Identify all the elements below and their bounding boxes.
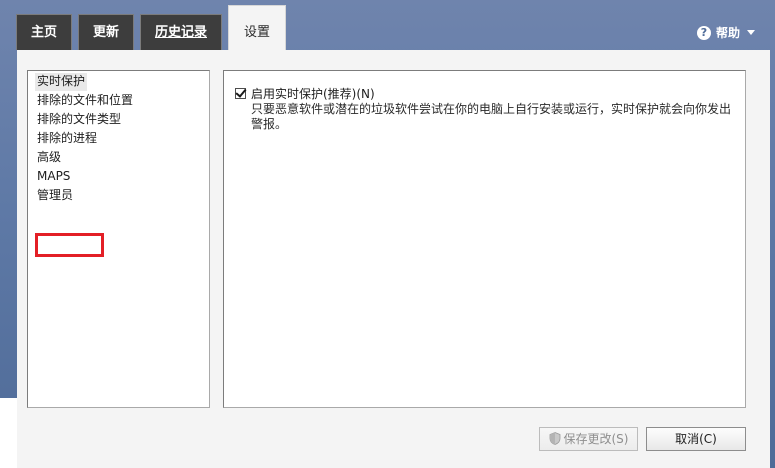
tab-update[interactable]: 更新	[78, 14, 134, 50]
help-label: 帮助	[715, 26, 740, 40]
realtime-protection-content: 启用实时保护(推荐)(N) 只要恶意软件或潜在的垃圾软件尝试在你的电脑上自行安装…	[223, 70, 746, 408]
nav-item-administrator[interactable]: 管理员	[35, 187, 75, 205]
tab-bar: 主页 更新 历史记录 设置 ? 帮助	[0, 0, 775, 50]
tab-history[interactable]: 历史记录	[140, 14, 222, 50]
save-changes-button[interactable]: 保存更改(S)	[539, 427, 638, 451]
realtime-protection-label[interactable]: 启用实时保护(推荐)(N)	[251, 87, 375, 101]
nav-item-maps[interactable]: MAPS	[35, 168, 72, 186]
cancel-button[interactable]: 取消(C)	[646, 427, 746, 451]
nav-item-realtime-protection[interactable]: 实时保护	[35, 73, 88, 91]
save-changes-label: 保存更改(S)	[563, 432, 629, 446]
realtime-protection-checkbox[interactable]	[235, 86, 247, 99]
tab-settings[interactable]: 设置	[228, 5, 286, 50]
nav-item-excluded-processes[interactable]: 排除的进程	[35, 130, 99, 148]
nav-item-advanced[interactable]: 高级	[35, 149, 63, 167]
realtime-protection-description: 只要恶意软件或潜在的垃圾软件尝试在你的电脑上自行安装或运行，实时保护就会向你发出…	[251, 102, 732, 131]
shield-icon	[549, 432, 560, 445]
settings-panel: 实时保护 排除的文件和位置 排除的文件类型 排除的进程 高级 MAPS 管理员 …	[17, 50, 770, 468]
window-edge	[0, 398, 17, 468]
checkmark-icon	[235, 86, 247, 98]
nav-item-excluded-files-locations[interactable]: 排除的文件和位置	[35, 92, 135, 110]
tab-home[interactable]: 主页	[16, 14, 72, 50]
nav-item-excluded-file-types[interactable]: 排除的文件类型	[35, 111, 123, 129]
tab-history-label: 历史记录	[154, 25, 207, 40]
settings-nav: 实时保护 排除的文件和位置 排除的文件类型 排除的进程 高级 MAPS 管理员	[27, 70, 210, 408]
help-icon: ?	[696, 25, 711, 40]
help-menu[interactable]: ? 帮助	[696, 24, 755, 41]
chevron-down-icon	[747, 30, 755, 35]
